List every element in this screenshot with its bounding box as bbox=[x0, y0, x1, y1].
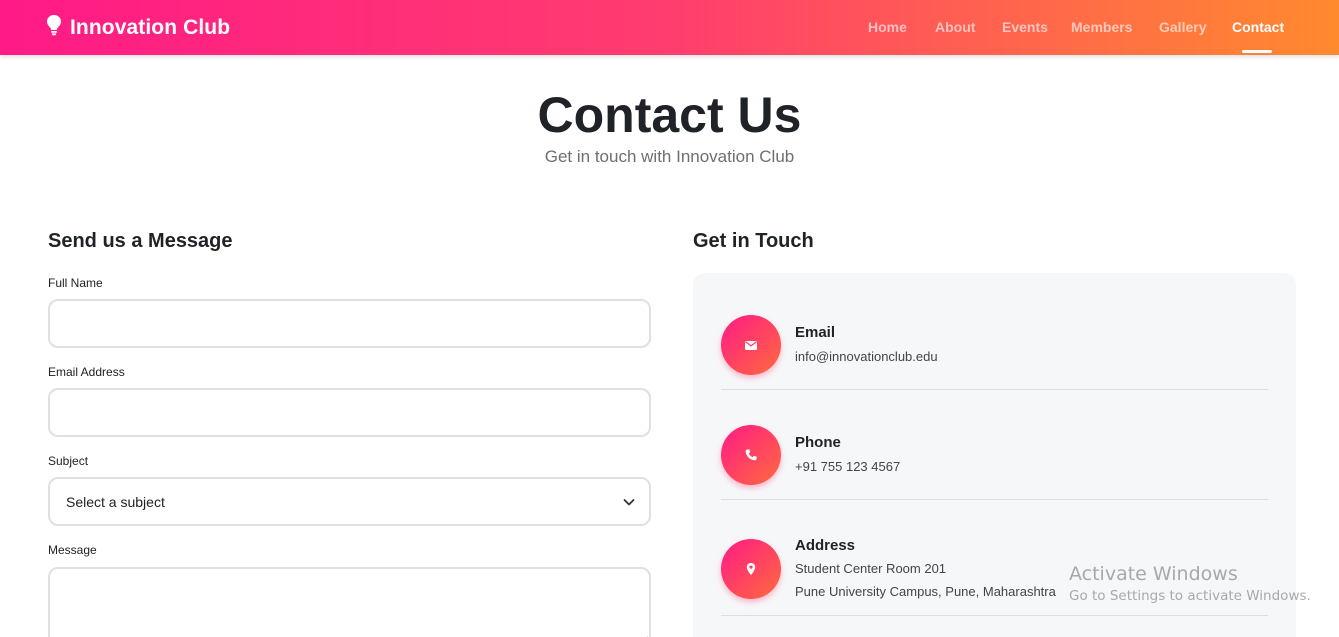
nav-link-events[interactable]: Events bbox=[1002, 19, 1048, 35]
contact-title-phone: Phone bbox=[795, 434, 841, 451]
nav-link-gallery[interactable]: Gallery bbox=[1159, 19, 1206, 35]
nav-link-contact[interactable]: Contact bbox=[1232, 19, 1284, 35]
email-input[interactable] bbox=[48, 388, 651, 437]
email-label: Email Address bbox=[48, 365, 125, 379]
full-name-label: Full Name bbox=[48, 276, 103, 290]
activate-windows-title: Activate Windows bbox=[1069, 563, 1238, 585]
contact-email-value[interactable]: info@innovationclub.edu bbox=[795, 349, 938, 364]
divider bbox=[721, 499, 1268, 500]
form-heading: Send us a Message bbox=[48, 230, 233, 252]
subject-select[interactable]: Select a subject bbox=[48, 477, 651, 526]
active-nav-indicator bbox=[1242, 50, 1272, 53]
contact-phone-value[interactable]: +91 755 123 4567 bbox=[795, 459, 900, 474]
nav-link-home[interactable]: Home bbox=[868, 19, 907, 35]
brand[interactable]: Innovation Club bbox=[46, 14, 230, 41]
navbar: Innovation Club Home About Events Member… bbox=[0, 0, 1339, 55]
page-title: Contact Us bbox=[537, 87, 802, 143]
brand-name: Innovation Club bbox=[70, 15, 231, 39]
nav-link-about[interactable]: About bbox=[935, 19, 975, 35]
message-label: Message bbox=[48, 543, 97, 557]
map-pin-icon bbox=[721, 539, 781, 599]
contact-title-address: Address bbox=[795, 537, 856, 554]
contact-address-line-2: Pune University Campus, Pune, Maharashtr… bbox=[795, 584, 1056, 599]
divider bbox=[721, 615, 1268, 616]
contact-title-email: Email bbox=[795, 324, 836, 341]
page-subtitle: Get in touch with Innovation Club bbox=[544, 147, 795, 166]
contact-address-line-1: Student Center Room 201 bbox=[795, 561, 947, 576]
full-name-input[interactable] bbox=[48, 299, 651, 348]
divider bbox=[721, 389, 1268, 390]
lightbulb-icon bbox=[46, 14, 62, 41]
activate-windows-subtitle: Go to Settings to activate Windows. bbox=[1069, 588, 1311, 604]
subject-label: Subject bbox=[48, 454, 89, 468]
contact-heading: Get in Touch bbox=[693, 230, 814, 252]
message-textarea[interactable] bbox=[48, 567, 651, 637]
envelope-icon bbox=[721, 315, 781, 375]
subject-selected-value: Select a subject bbox=[66, 493, 165, 510]
phone-icon bbox=[721, 425, 781, 485]
nav-link-members[interactable]: Members bbox=[1071, 19, 1132, 35]
